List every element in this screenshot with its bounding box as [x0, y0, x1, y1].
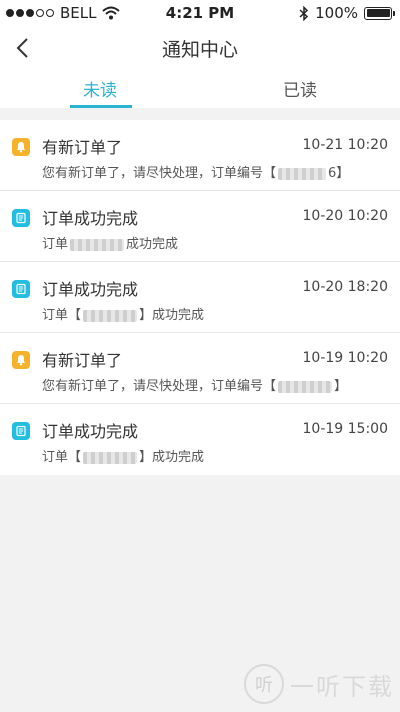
notification-item[interactable]: 订单成功完成 10-20 18:20 订单【 】成功完成 — [0, 262, 400, 333]
notification-desc: 订单【 】成功完成 — [42, 304, 204, 323]
tab-unread-label: 未读 — [83, 81, 117, 101]
redacted-order-number — [278, 380, 333, 393]
tab-unread[interactable]: 未读 — [0, 70, 200, 108]
watermark-text: 一听下载 — [290, 672, 394, 701]
notification-item[interactable]: 订单成功完成 10-19 15:00 订单【 】成功完成 — [0, 404, 400, 475]
page-title: 通知中心 — [161, 39, 238, 61]
watermark: 听 一听下载 — [244, 664, 394, 704]
notification-title: 有新订单了 — [42, 351, 123, 370]
desc-prefix: 订单【 — [42, 450, 82, 465]
active-tab-indicator — [70, 105, 132, 108]
notification-desc: 订单 成功完成 — [42, 233, 178, 252]
desc-suffix: 】成功完成 — [139, 308, 205, 323]
notification-desc: 您有新订单了，请尽快处理，订单编号【 6】 — [42, 162, 349, 181]
notification-time: 10-20 10:20 — [302, 208, 388, 224]
tab-read[interactable]: 已读 — [200, 70, 400, 108]
notification-time: 10-19 10:20 — [302, 350, 388, 366]
battery-percent: 100% — [315, 4, 358, 22]
document-icon — [12, 422, 30, 440]
notification-list: 有新订单了 10-21 10:20 您有新订单了，请尽快处理，订单编号【 6】 订单成功… — [0, 120, 400, 475]
desc-prefix: 您有新订单了，请尽快处理，订单编号【 — [42, 379, 277, 394]
watermark-logo: 听 — [244, 664, 284, 704]
tab-bar: 未读 已读 — [0, 70, 400, 108]
notification-desc: 您有新订单了，请尽快处理，订单编号【 】 — [42, 375, 347, 394]
notification-item[interactable]: 订单成功完成 10-20 10:20 订单 成功完成 — [0, 191, 400, 262]
tab-read-label: 已读 — [283, 81, 317, 101]
redacted-order-number — [70, 238, 125, 251]
redacted-order-number — [83, 309, 138, 322]
desc-suffix: 6】 — [328, 166, 350, 181]
redacted-order-number — [278, 167, 327, 180]
redacted-order-number — [83, 451, 138, 464]
notification-title: 订单成功完成 — [42, 422, 139, 441]
status-bar: BELL 4:21 PM 100% — [0, 0, 400, 26]
notification-title: 订单成功完成 — [42, 209, 139, 228]
notification-time: 10-20 18:20 — [302, 279, 388, 295]
notification-item[interactable]: 有新订单了 10-19 10:20 您有新订单了，请尽快处理，订单编号【 】 — [0, 333, 400, 404]
notification-item[interactable]: 有新订单了 10-21 10:20 您有新订单了，请尽快处理，订单编号【 6】 — [0, 120, 400, 191]
desc-prefix: 您有新订单了，请尽快处理，订单编号【 — [42, 166, 277, 181]
notification-title: 有新订单了 — [42, 138, 123, 157]
bell-icon — [12, 138, 30, 156]
desc-suffix: 】成功完成 — [139, 450, 205, 465]
nav-bar: 通知中心 — [0, 26, 400, 70]
document-icon — [12, 280, 30, 298]
notification-title: 订单成功完成 — [42, 280, 139, 299]
notification-desc: 订单【 】成功完成 — [42, 446, 204, 465]
status-right: 100% — [299, 4, 395, 22]
document-icon — [12, 209, 30, 227]
battery-icon — [364, 6, 395, 20]
bluetooth-icon — [299, 5, 309, 21]
desc-suffix: 】 — [334, 379, 348, 394]
notification-time: 10-21 10:20 — [302, 137, 388, 153]
desc-prefix: 订单 — [42, 237, 69, 252]
desc-prefix: 订单【 — [42, 308, 82, 323]
desc-suffix: 成功完成 — [126, 237, 179, 252]
bell-icon — [12, 351, 30, 369]
notification-time: 10-19 15:00 — [302, 421, 388, 437]
battery-level — [366, 9, 390, 17]
